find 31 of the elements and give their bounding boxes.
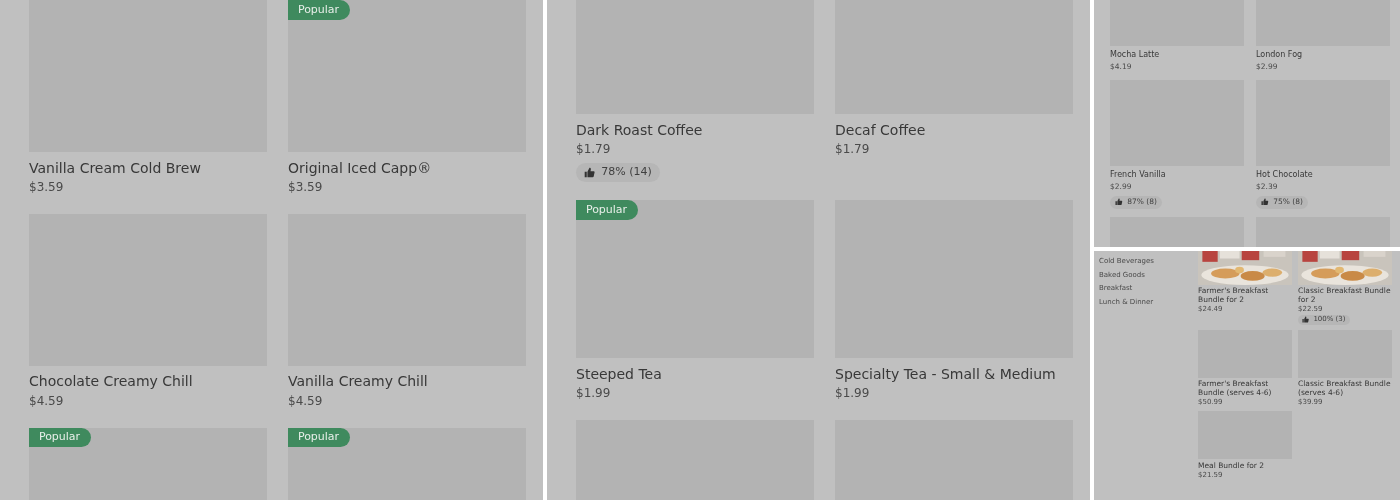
item-price: $4.59 [29, 393, 65, 410]
item-name[interactable]: French Vanilla [1110, 170, 1244, 181]
item-price: $1.79 [576, 142, 612, 158]
item-price: $1.79 [835, 142, 871, 158]
item-name[interactable]: Original Iced Capp® [288, 159, 526, 178]
thumbs-up-icon [1261, 198, 1269, 206]
item-price: $1.99 [576, 386, 612, 402]
image-placeholder[interactable] [288, 0, 526, 152]
popular-badge: Popular [288, 0, 351, 20]
popular-badge: Popular [288, 427, 351, 448]
item-price: $4.59 [288, 393, 324, 410]
popular-badge: Popular [29, 427, 92, 448]
thumbs-up-icon [1115, 198, 1123, 206]
item-price: $3.59 [288, 180, 324, 196]
item-name[interactable]: Decaf Coffee [835, 121, 1073, 140]
item-name[interactable]: Chocolate Creamy Chill [29, 373, 267, 391]
popular-badge: Popular [576, 199, 639, 220]
thumbs-up-icon [1302, 316, 1310, 324]
item-name[interactable]: Dark Roast Coffee [576, 121, 814, 140]
item-name[interactable]: Steeped Tea [576, 365, 814, 384]
item-price: $1.99 [835, 386, 871, 402]
item-name[interactable]: Specialty Tea - Small & Medium [835, 365, 1073, 384]
item-name[interactable]: London Fog [1256, 50, 1390, 61]
item-name[interactable]: Mocha Latte [1110, 50, 1244, 61]
item-name[interactable]: Vanilla Creamy Chill [288, 373, 526, 391]
rating-pill: 78% (14) [576, 163, 660, 182]
thumbs-up-icon [583, 167, 595, 179]
item-name[interactable]: Vanilla Cream Cold Brew [29, 159, 267, 178]
image-placeholder[interactable] [576, 199, 814, 358]
item-name[interactable]: Hot Chocolate [1256, 170, 1390, 181]
item-price: $3.59 [29, 180, 65, 196]
